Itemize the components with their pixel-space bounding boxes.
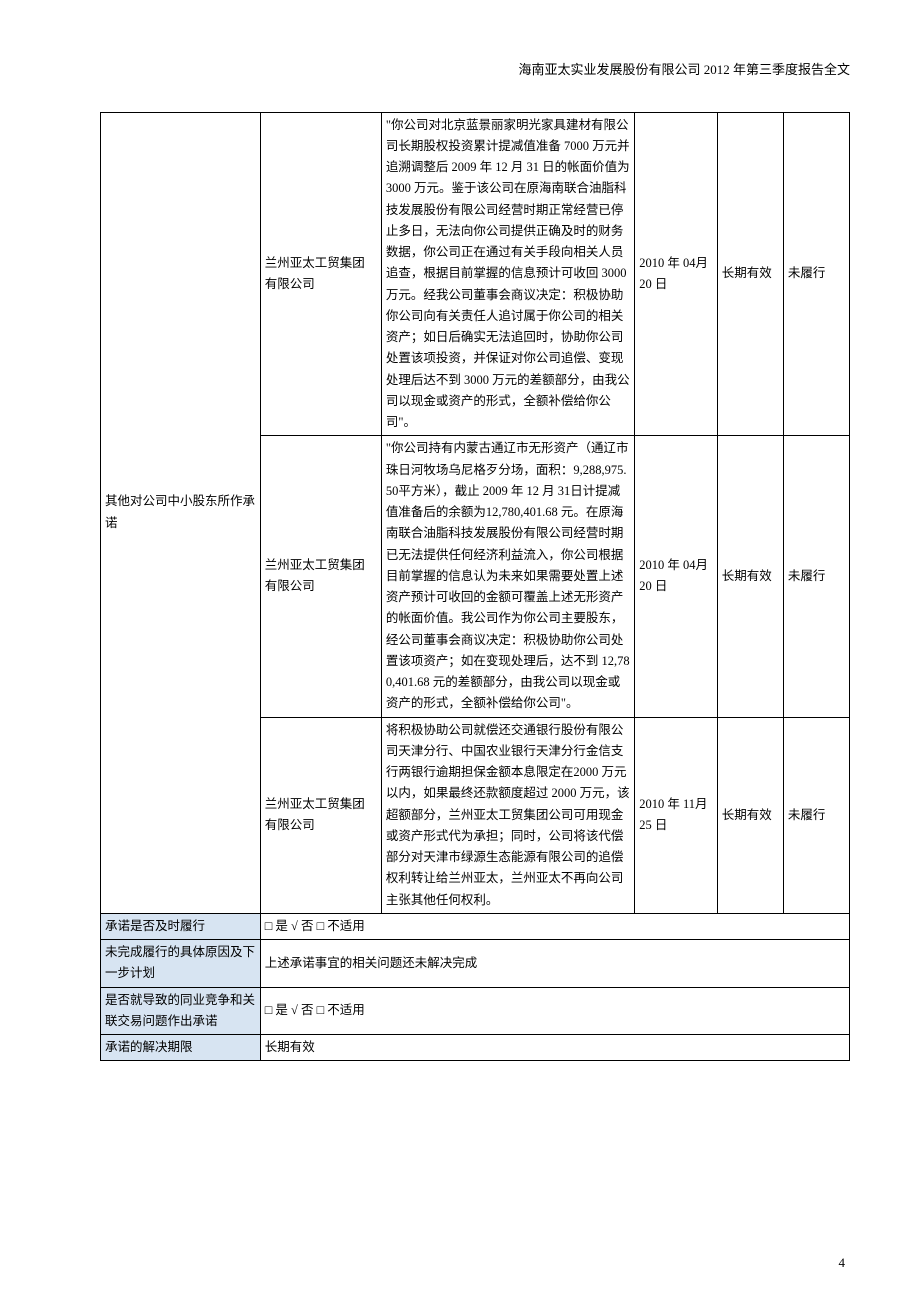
status-cell: 未履行 xyxy=(783,717,849,913)
date-cell: 2010 年 11月 25 日 xyxy=(635,717,718,913)
term-cell: 长期有效 xyxy=(717,112,783,436)
status-cell: 未履行 xyxy=(783,112,849,436)
content-cell: "你公司持有内蒙古通辽市无形资产（通辽市珠日河牧场乌尼格歹分场，面积：9,288… xyxy=(381,436,634,717)
table-row: 是否就导致的同业竞争和关联交易问题作出承诺 □ 是 √ 否 □ 不适用 xyxy=(101,987,850,1035)
content-cell: 将积极协助公司就偿还交通银行股份有限公司天津分行、中国农业银行天津分行金信支行两… xyxy=(381,717,634,913)
status-cell: 未履行 xyxy=(783,436,849,717)
commitments-table: 其他对公司中小股东所作承诺 兰州亚太工贸集团有限公司 "你公司对北京蓝景丽家明光… xyxy=(100,112,850,1062)
date-cell: 2010 年 04月 20 日 xyxy=(635,436,718,717)
footer-label: 承诺是否及时履行 xyxy=(101,913,261,939)
footer-label: 是否就导致的同业竞争和关联交易问题作出承诺 xyxy=(101,987,261,1035)
left-label: 其他对公司中小股东所作承诺 xyxy=(101,112,261,913)
footer-value: 长期有效 xyxy=(260,1035,849,1061)
table-row: 承诺的解决期限 长期有效 xyxy=(101,1035,850,1061)
page-number: 4 xyxy=(839,1253,846,1273)
term-cell: 长期有效 xyxy=(717,717,783,913)
term-cell: 长期有效 xyxy=(717,436,783,717)
footer-label: 承诺的解决期限 xyxy=(101,1035,261,1061)
footer-value: 上述承诺事宜的相关问题还未解决完成 xyxy=(260,940,849,988)
table-row: 未完成履行的具体原因及下一步计划 上述承诺事宜的相关问题还未解决完成 xyxy=(101,940,850,988)
table-row: 承诺是否及时履行 □ 是 √ 否 □ 不适用 xyxy=(101,913,850,939)
date-cell: 2010 年 04月 20 日 xyxy=(635,112,718,436)
party-cell: 兰州亚太工贸集团有限公司 xyxy=(260,717,381,913)
table-row: 其他对公司中小股东所作承诺 兰州亚太工贸集团有限公司 "你公司对北京蓝景丽家明光… xyxy=(101,112,850,436)
party-cell: 兰州亚太工贸集团有限公司 xyxy=(260,112,381,436)
content-cell: "你公司对北京蓝景丽家明光家具建材有限公司长期股权投资累计提减值准备 7000 … xyxy=(381,112,634,436)
footer-label: 未完成履行的具体原因及下一步计划 xyxy=(101,940,261,988)
page-header: 海南亚太实业发展股份有限公司 2012 年第三季度报告全文 xyxy=(100,60,850,80)
footer-value: □ 是 √ 否 □ 不适用 xyxy=(260,987,849,1035)
party-cell: 兰州亚太工贸集团有限公司 xyxy=(260,436,381,717)
footer-value: □ 是 √ 否 □ 不适用 xyxy=(260,913,849,939)
